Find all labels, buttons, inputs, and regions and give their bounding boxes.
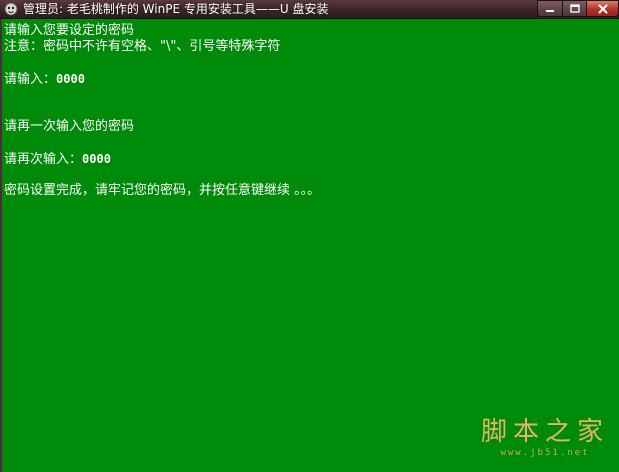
minimize-button[interactable] [537,0,563,17]
close-icon [598,4,607,13]
first-password-label: 请输入： [4,72,57,87]
maximize-icon [569,4,580,13]
watermark-url: www.jb51.net [500,448,590,458]
watermark-name: 脚本之家 [480,417,609,447]
second-password-label: 请再次输入： [4,152,83,167]
console-app-icon[interactable] [3,1,19,17]
first-password-line: 请输入：0000 [4,71,85,88]
completion-message: 密码设置完成，请牢记您的密码，并按任意键继续 。。。 [4,183,321,198]
prompt-reenter-password: 请再一次输入您的密码 [4,119,135,134]
maximize-button[interactable] [562,0,587,17]
watermark: 脚本之家 www.jb51.net [481,417,609,459]
prompt-enter-password: 请输入您要设定的密码 [4,23,135,38]
close-button[interactable] [586,0,619,17]
first-password-value: 0000 [56,72,85,86]
window-title: 管理员: 老毛桃制作的 WinPE 专用安装工具——U 盘安装 [23,2,329,16]
console-window: 管理员: 老毛桃制作的 WinPE 专用安装工具——U 盘安装 请输入您要设定的… [0,0,619,472]
second-password-line: 请再次输入：0000 [4,151,111,168]
second-password-value: 0000 [82,152,111,166]
title-bar[interactable]: 管理员: 老毛桃制作的 WinPE 专用安装工具——U 盘安装 [0,0,619,19]
console-output[interactable]: 请输入您要设定的密码 注意：密码中不许有空格、"\"、引号等特殊字符 请输入：0… [0,19,619,472]
password-rules-note: 注意：密码中不许有空格、"\"、引号等特殊字符 [4,39,281,54]
minimize-icon [546,9,554,12]
